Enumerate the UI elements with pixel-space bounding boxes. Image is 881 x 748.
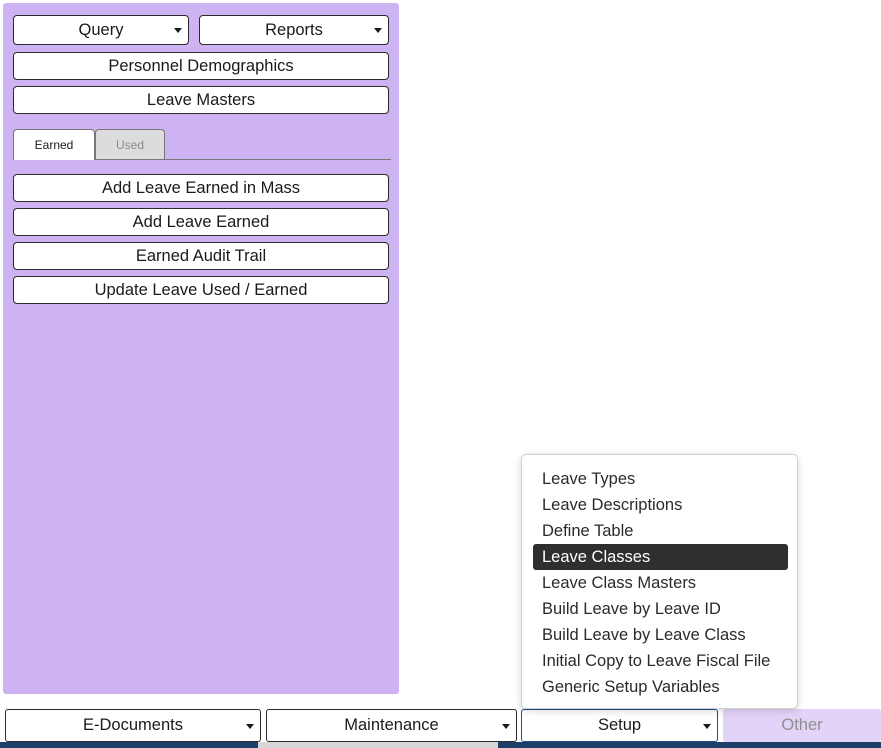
personnel-demographics-button[interactable]: Personnel Demographics <box>13 52 389 80</box>
action-label: Add Leave Earned <box>132 212 270 231</box>
menu-item-define-table[interactable]: Define Table <box>533 518 788 544</box>
add-leave-earned-button[interactable]: Add Leave Earned <box>13 208 389 236</box>
setup-label: Setup <box>597 716 642 734</box>
menu-item-leave-descriptions[interactable]: Leave Descriptions <box>533 492 788 518</box>
menu-item-initial-copy-to-leave-fiscal-file[interactable]: Initial Copy to Leave Fiscal File <box>533 648 788 674</box>
maintenance-dropdown-button[interactable]: Maintenance <box>266 709 517 742</box>
add-leave-earned-in-mass-button[interactable]: Add Leave Earned in Mass <box>13 174 389 202</box>
caret-down-icon <box>502 723 510 729</box>
setup-dropdown-button[interactable]: Setup <box>521 709 718 742</box>
reports-label: Reports <box>265 20 323 39</box>
caret-down-icon <box>703 723 711 729</box>
scroll-indicator <box>258 742 498 748</box>
personnel-demographics-label: Personnel Demographics <box>108 56 294 75</box>
caret-down-icon <box>174 28 182 33</box>
menu-item-leave-class-masters[interactable]: Leave Class Masters <box>533 570 788 596</box>
setup-dropdown-menu: Leave Types Leave Descriptions Define Ta… <box>521 454 798 709</box>
menu-item-label: Build Leave by Leave ID <box>542 599 721 618</box>
menu-item-label: Leave Class Masters <box>542 573 697 592</box>
menu-item-build-leave-by-leave-id[interactable]: Build Leave by Leave ID <box>533 596 788 622</box>
tab-earned-label: Earned <box>34 138 74 152</box>
caret-down-icon <box>246 723 254 729</box>
menu-item-generic-setup-variables[interactable]: Generic Setup Variables <box>533 674 788 700</box>
e-documents-dropdown-button[interactable]: E-Documents <box>5 709 261 742</box>
leave-masters-button[interactable]: Leave Masters <box>13 86 389 114</box>
menu-item-leave-classes[interactable]: Leave Classes <box>533 544 788 570</box>
menu-item-label: Build Leave by Leave Class <box>542 625 746 644</box>
leave-masters-label: Leave Masters <box>146 90 256 109</box>
query-dropdown-button[interactable]: Query <box>13 15 189 45</box>
tab-used-label: Used <box>115 137 144 152</box>
tab-used[interactable]: Used <box>95 129 165 159</box>
menu-item-label: Leave Classes <box>542 547 651 566</box>
other-label: Other <box>781 716 823 734</box>
caret-down-icon <box>374 28 382 33</box>
menu-item-label: Leave Descriptions <box>542 495 683 514</box>
menu-item-label: Generic Setup Variables <box>542 677 720 696</box>
action-label: Add Leave Earned in Mass <box>101 178 301 197</box>
menu-item-label: Initial Copy to Leave Fiscal File <box>542 651 771 670</box>
other-button[interactable]: Other <box>723 709 881 742</box>
menu-item-label: Leave Types <box>542 469 636 488</box>
menu-item-label: Define Table <box>542 521 634 540</box>
earned-audit-trail-button[interactable]: Earned Audit Trail <box>13 242 389 270</box>
action-label: Earned Audit Trail <box>135 246 267 265</box>
maintenance-label: Maintenance <box>344 716 439 734</box>
query-label: Query <box>78 20 124 39</box>
update-leave-used-earned-button[interactable]: Update Leave Used / Earned <box>13 276 389 304</box>
e-documents-label: E-Documents <box>83 716 183 734</box>
reports-dropdown-button[interactable]: Reports <box>199 15 389 45</box>
menu-item-leave-types[interactable]: Leave Types <box>533 466 788 492</box>
action-label: Update Leave Used / Earned <box>94 280 308 299</box>
menu-item-build-leave-by-leave-class[interactable]: Build Leave by Leave Class <box>533 622 788 648</box>
tab-earned[interactable]: Earned <box>13 129 95 160</box>
